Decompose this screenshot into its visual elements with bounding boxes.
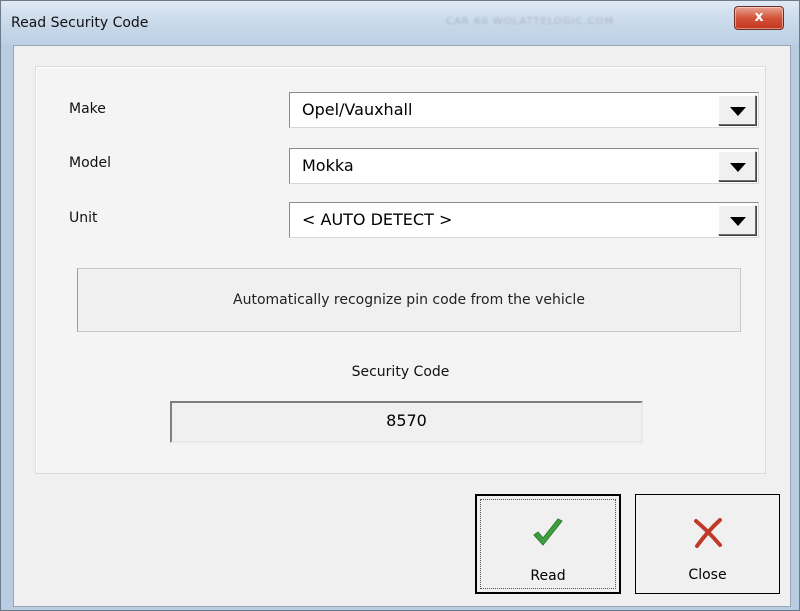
info-text: Automatically recognize pin code from th… bbox=[233, 292, 585, 308]
close-button[interactable]: Close bbox=[635, 494, 780, 594]
model-label: Model bbox=[69, 155, 112, 171]
chevron-down-icon bbox=[730, 163, 746, 172]
unit-label: Unit bbox=[69, 210, 98, 226]
unit-dropdown-button[interactable] bbox=[718, 205, 756, 235]
checkmark-icon bbox=[533, 518, 563, 546]
window-close-button[interactable]: x bbox=[734, 6, 784, 30]
security-code-value: 8570 bbox=[386, 411, 427, 430]
dialog-client-area: Make Opel/Vauxhall Model Mokka Unit < AU… bbox=[13, 45, 791, 607]
window-title: Read Security Code bbox=[11, 15, 149, 31]
close-button-label: Close bbox=[688, 567, 727, 583]
security-code-label: Security Code bbox=[351, 364, 450, 380]
make-select[interactable]: Opel/Vauxhall bbox=[289, 92, 759, 128]
title-ghost-text: CAR 60 WOLATTELOGIC.COM bbox=[446, 16, 615, 27]
unit-value: < AUTO DETECT > bbox=[302, 210, 453, 229]
unit-select[interactable]: < AUTO DETECT > bbox=[289, 202, 759, 238]
model-select[interactable]: Mokka bbox=[289, 148, 759, 184]
make-label: Make bbox=[69, 101, 106, 117]
make-dropdown-button[interactable] bbox=[718, 95, 756, 125]
title-bar[interactable]: Read Security Code CAR 60 WOLATTELOGIC.C… bbox=[1, 1, 799, 45]
dialog-window: Read Security Code CAR 60 WOLATTELOGIC.C… bbox=[0, 0, 800, 611]
model-dropdown-button[interactable] bbox=[718, 151, 756, 181]
read-button-label: Read bbox=[530, 568, 566, 584]
chevron-down-icon bbox=[730, 217, 746, 226]
read-button[interactable]: Read bbox=[475, 494, 621, 594]
chevron-down-icon bbox=[730, 107, 746, 116]
security-code-field: 8570 bbox=[170, 401, 643, 443]
close-x-icon bbox=[693, 518, 722, 548]
info-panel: Automatically recognize pin code from th… bbox=[77, 268, 741, 332]
model-value: Mokka bbox=[302, 156, 354, 175]
settings-group: Make Opel/Vauxhall Model Mokka Unit < AU… bbox=[35, 66, 766, 474]
window-close-icon: x bbox=[754, 9, 764, 25]
make-value: Opel/Vauxhall bbox=[302, 100, 413, 119]
